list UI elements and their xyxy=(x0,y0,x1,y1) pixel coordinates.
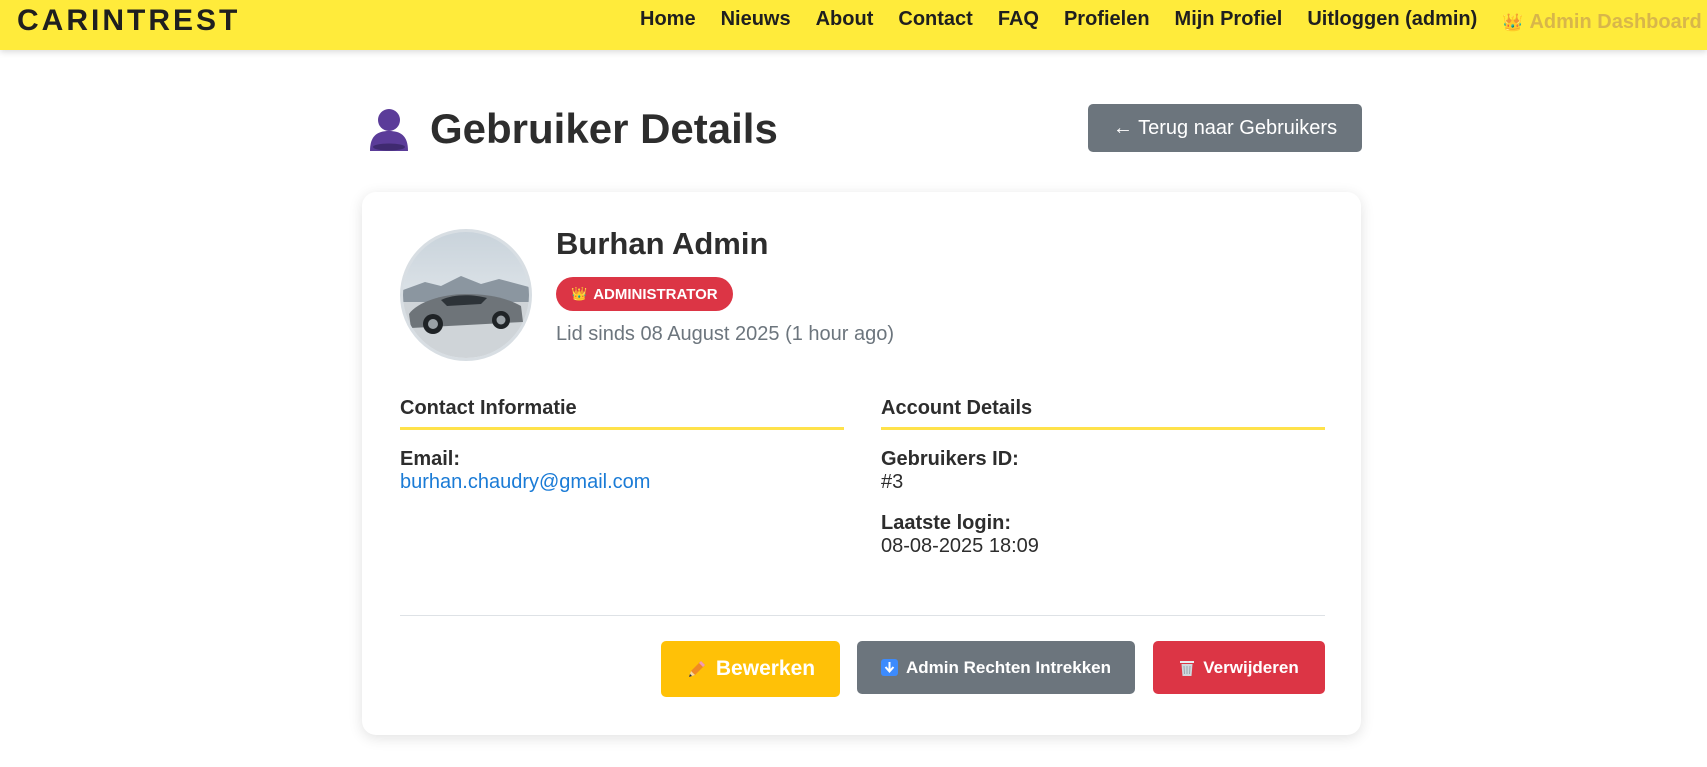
delete-button[interactable]: Verwijderen xyxy=(1153,641,1325,694)
edit-button-label: Bewerken xyxy=(715,657,816,680)
nav-link-admin-dashboard[interactable]: 👑 Admin Dashboard xyxy=(1502,11,1701,34)
top-navbar: CARINTREST Home Nieuws About Contact FAQ… xyxy=(0,0,1707,50)
nav-link-contact[interactable]: Contact xyxy=(898,8,972,34)
nav-link-nieuws[interactable]: Nieuws xyxy=(721,8,791,34)
edit-button[interactable]: Bewerken xyxy=(661,641,840,697)
user-detail-card: Burhan Admin 👑 ADMINISTRATOR Lid sinds 08… xyxy=(362,192,1361,735)
delete-button-label: Verwijderen xyxy=(1203,657,1299,677)
nav-link-home[interactable]: Home xyxy=(640,8,696,34)
email-link[interactable]: burhan.chaudry@gmail.com xyxy=(400,471,650,494)
user-avatar xyxy=(400,229,532,361)
pencil-icon xyxy=(686,658,708,680)
trash-icon xyxy=(1179,659,1195,677)
down-arrow-icon xyxy=(881,659,898,676)
role-label: ADMINISTRATOR xyxy=(593,285,718,303)
admin-dashboard-label: Admin Dashboard xyxy=(1529,11,1702,33)
member-since: Lid sinds 08 August 2025 (1 hour ago) xyxy=(556,323,895,345)
revoke-admin-button[interactable]: Admin Rechten Intrekken xyxy=(857,641,1135,694)
crown-icon: 👑 xyxy=(571,286,588,301)
brand-logo[interactable]: CARINTREST xyxy=(17,4,240,38)
divider xyxy=(400,615,1325,616)
person-icon xyxy=(370,109,408,151)
page-title-text: Gebruiker Details xyxy=(430,105,778,152)
page-title: Gebruiker Details xyxy=(368,105,778,153)
avatar-car-photo xyxy=(403,232,529,358)
nav-link-mijn-profiel[interactable]: Mijn Profiel xyxy=(1175,8,1283,34)
user-name: Burhan Admin xyxy=(556,226,769,261)
revoke-admin-label: Admin Rechten Intrekken xyxy=(906,657,1111,677)
user-id-value: #3 xyxy=(881,471,904,493)
contact-section-title: Contact Informatie xyxy=(400,397,844,430)
nav-link-faq[interactable]: FAQ xyxy=(998,8,1039,34)
nav-link-about[interactable]: About xyxy=(816,8,874,34)
account-section-title: Account Details xyxy=(881,397,1325,430)
back-to-users-button[interactable]: ← Terug naar Gebruikers xyxy=(1088,104,1362,152)
crown-icon: 👑 xyxy=(1502,13,1524,32)
nav-link-profielen[interactable]: Profielen xyxy=(1064,8,1150,34)
last-login-label: Laatste login: xyxy=(881,512,1012,534)
email-label: Email: xyxy=(400,448,461,470)
nav-link-uitloggen[interactable]: Uitloggen (admin) xyxy=(1307,8,1477,34)
role-badge: 👑 ADMINISTRATOR xyxy=(556,277,733,311)
last-login-value: 08-08-2025 18:09 xyxy=(881,535,1039,557)
nav-links: Home Nieuws About Contact FAQ Profielen … xyxy=(640,8,1702,34)
user-id-label: Gebruikers ID: xyxy=(881,448,1019,470)
